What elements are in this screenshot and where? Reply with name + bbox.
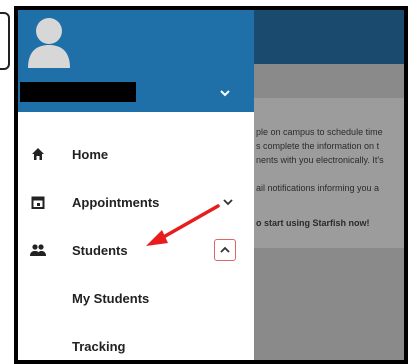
nav-subitem-tracking[interactable]: Tracking (18, 326, 254, 360)
nav-item-label: Appointments (72, 194, 160, 210)
user-avatar-icon[interactable] (26, 16, 72, 68)
welcome-text-line: nents with you electronically. It's (256, 155, 384, 165)
nav-item-label: Home (72, 146, 109, 162)
collapse-toggle-button[interactable] (214, 239, 236, 261)
nav-item-home[interactable]: Home (18, 132, 254, 176)
chevron-up-icon (220, 246, 230, 253)
home-icon (30, 146, 46, 162)
nav-subitem-my-students[interactable]: My Students (18, 278, 254, 318)
drawer-header (18, 10, 254, 112)
welcome-text-line: ple on campus to schedule time (256, 127, 383, 137)
chevron-down-icon[interactable] (218, 86, 232, 100)
app-screenshot-frame: ple on campus to schedule time s complet… (14, 6, 408, 364)
people-icon (30, 242, 46, 258)
nav-subitem-label: My Students (72, 290, 150, 306)
redacted-user-name (20, 82, 136, 102)
welcome-text-line: s complete the information on t (256, 141, 380, 151)
welcome-text-line: ail notifications informing you a (256, 183, 380, 193)
calendar-icon (30, 194, 46, 210)
navigation-drawer: Home Appointments Students My Students T… (18, 10, 254, 360)
nav-item-students[interactable]: Students (18, 228, 254, 272)
outer-frame-edge (0, 12, 10, 70)
nav-item-appointments[interactable]: Appointments (18, 180, 254, 224)
chevron-down-icon[interactable] (222, 196, 234, 208)
nav-subitem-label: Tracking (72, 338, 126, 354)
welcome-cta-text: o start using Starfish now! (256, 218, 370, 228)
nav-item-label: Students (72, 242, 128, 258)
